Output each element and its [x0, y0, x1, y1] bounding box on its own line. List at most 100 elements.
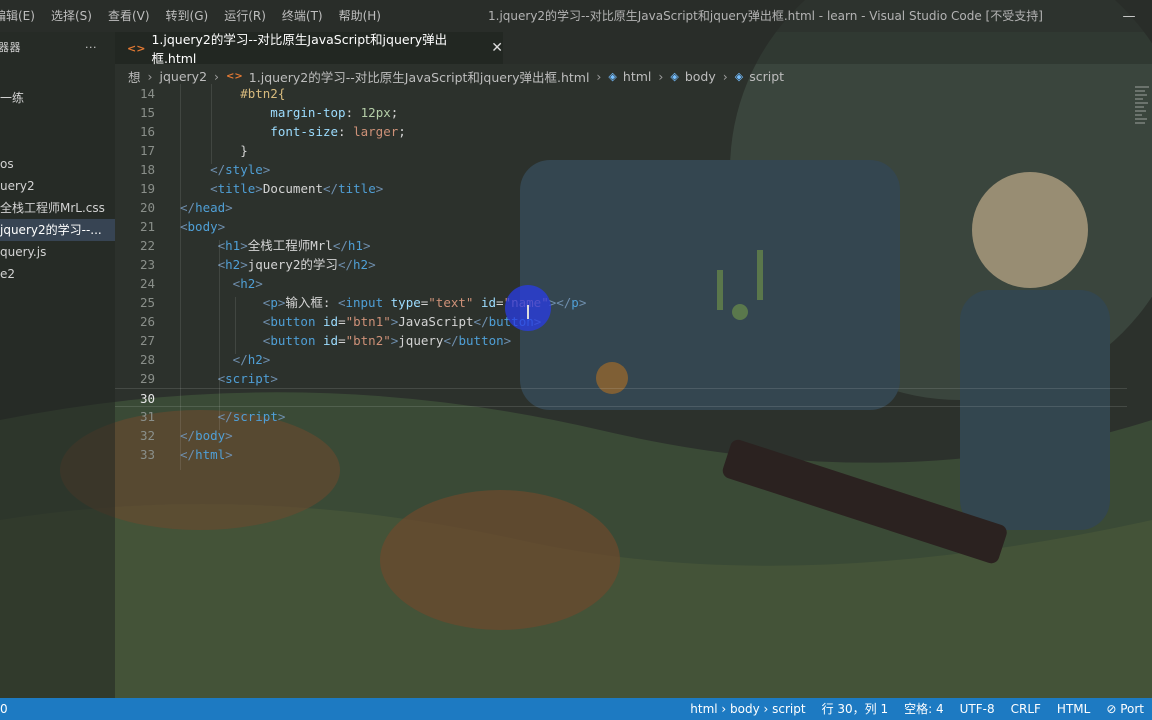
- status-eol[interactable]: CRLF: [1003, 698, 1049, 720]
- status-port[interactable]: ⊘ Port: [1098, 698, 1152, 720]
- code-line[interactable]: 16 font-size: larger;: [115, 122, 1127, 141]
- code-token: <: [180, 219, 188, 234]
- tree-item-css-file[interactable]: 全栈工程师MrL.css: [0, 197, 115, 219]
- code-line[interactable]: 21 <body>: [115, 217, 1127, 236]
- code-line[interactable]: 24 <h2>: [115, 274, 1127, 293]
- code-token: style: [225, 162, 263, 177]
- menu-help[interactable]: 帮助(H): [331, 0, 389, 32]
- tree-item-active-file[interactable]: jquery2的学习--...: [0, 219, 115, 241]
- menu-terminal[interactable]: 终端(T): [274, 0, 331, 32]
- code-line[interactable]: 19 <title>Document</title>: [115, 179, 1127, 198]
- status-breadcrumb[interactable]: html › body › script: [682, 698, 813, 720]
- minimap[interactable]: [1135, 84, 1152, 164]
- code-line[interactable]: 17 }: [115, 141, 1127, 160]
- code-line[interactable]: 23 <h2>jquery2的学习</h2>: [115, 255, 1127, 274]
- tree-item-folder[interactable]: 一练: [0, 87, 115, 109]
- tree-item-e2[interactable]: e2: [0, 263, 115, 285]
- code-line[interactable]: 31 </script>: [115, 407, 1127, 426]
- line-number: 23: [139, 257, 155, 272]
- code-token: </: [180, 447, 196, 462]
- line-number: 26: [139, 314, 155, 329]
- code-token: >: [362, 238, 371, 253]
- tree-item-jquery-js[interactable]: query.js: [0, 241, 115, 263]
- code-line[interactable]: 14 #btn2{: [115, 84, 1127, 103]
- code-text: <h2>jquery2的学习</h2>: [180, 255, 376, 274]
- code-token: >: [262, 352, 271, 367]
- breadcrumb-file[interactable]: 1.jquery2的学习--对比原生JavaScript和jquery弹出框.h…: [249, 67, 590, 86]
- minimap-line: [1135, 114, 1142, 116]
- tree-item-os[interactable]: os: [0, 153, 115, 175]
- menu-go[interactable]: 转到(G): [158, 0, 217, 32]
- code-token: <: [180, 295, 271, 310]
- code-line[interactable]: 32 </body>: [115, 426, 1127, 445]
- code-token: }: [180, 143, 248, 158]
- code-token: 输入框:: [285, 295, 338, 310]
- breadcrumb-html[interactable]: html: [623, 69, 651, 84]
- breadcrumb-root[interactable]: 想: [128, 67, 141, 86]
- breadcrumb-body[interactable]: body: [685, 69, 716, 84]
- close-icon[interactable]: ✕: [491, 40, 503, 56]
- tree-item-jquery2[interactable]: uery2: [0, 175, 115, 197]
- code-line[interactable]: 18 </style>: [115, 160, 1127, 179]
- line-number: 29: [139, 371, 155, 386]
- code-token: <: [180, 314, 271, 329]
- code-token: </: [332, 238, 348, 253]
- code-token: <: [180, 181, 218, 196]
- port-icon: ⊘: [1106, 702, 1121, 716]
- code-line[interactable]: 30: [115, 388, 1127, 407]
- minimap-line: [1135, 118, 1147, 120]
- element-cube-icon: ◈: [734, 69, 744, 83]
- line-number: 33: [139, 447, 155, 462]
- menu-selection[interactable]: 选择(S): [43, 0, 100, 32]
- code-token: =: [496, 295, 504, 310]
- code-line[interactable]: 27 <button id="btn2">jquery</button>: [115, 331, 1127, 350]
- code-token: =: [338, 314, 346, 329]
- code-line[interactable]: 20 </head>: [115, 198, 1127, 217]
- breadcrumb-folder[interactable]: jquery2: [160, 69, 208, 84]
- tab-active-file[interactable]: <> 1.jquery2的学习--对比原生JavaScript和jquery弹出…: [115, 32, 503, 66]
- tab-label: 1.jquery2的学习--对比原生JavaScript和jquery弹出框.h…: [151, 32, 448, 66]
- code-token: head: [195, 200, 226, 215]
- code-line[interactable]: 28 </h2>: [115, 350, 1127, 369]
- minimap-line: [1135, 94, 1147, 96]
- breadcrumb-script[interactable]: script: [749, 69, 784, 84]
- menu-view[interactable]: 查看(V): [100, 0, 158, 32]
- more-actions-icon[interactable]: ···: [85, 41, 97, 54]
- status-cursor-position[interactable]: 行 30，列 1: [814, 698, 897, 720]
- code-token: </: [473, 314, 489, 329]
- minimize-button[interactable]: —: [1106, 0, 1152, 32]
- code-token: jquery: [398, 333, 444, 348]
- line-number: 31: [139, 409, 155, 424]
- html-file-icon: <>: [226, 70, 243, 82]
- status-bar: 0 html › body › script 行 30，列 1 空格: 4 UT…: [0, 698, 1152, 720]
- code-editor[interactable]: 33 </html> 32 </body> 31 </script> 30 29 <scri…: [115, 84, 1135, 698]
- menu-edit[interactable]: 编辑(E): [0, 0, 43, 32]
- status-encoding[interactable]: UTF-8: [952, 698, 1003, 720]
- code-token: p: [571, 295, 579, 310]
- code-line[interactable]: 25 <p>输入框: <input type="text" id="name">…: [115, 293, 1127, 312]
- minimap-line: [1135, 98, 1143, 100]
- code-token: >: [225, 200, 233, 215]
- code-token: </: [337, 257, 353, 272]
- window-controls: —: [1106, 0, 1152, 32]
- code-line[interactable]: 29 <script>: [115, 369, 1127, 388]
- status-language[interactable]: HTML: [1049, 698, 1098, 720]
- menu-run[interactable]: 运行(R): [216, 0, 274, 32]
- code-line[interactable]: 15 margin-top: 12px;: [115, 103, 1127, 122]
- code-token: >: [375, 181, 384, 196]
- code-line[interactable]: 33 </html>: [115, 445, 1127, 464]
- status-remote[interactable]: 0: [0, 698, 16, 720]
- code-token: </: [443, 333, 459, 348]
- code-token: >: [270, 371, 278, 386]
- line-number: 20: [139, 200, 155, 215]
- code-token: h1: [347, 238, 363, 253]
- code-token: script: [225, 371, 271, 386]
- code-text: margin-top: 12px;: [180, 103, 398, 122]
- code-line[interactable]: 22 <h1>全栈工程师Mrl</h1>: [115, 236, 1127, 255]
- code-text: </body>: [180, 426, 233, 445]
- status-indentation[interactable]: 空格: 4: [896, 698, 952, 720]
- code-line[interactable]: 26 <button id="btn1">JavaScript</button>: [115, 312, 1127, 331]
